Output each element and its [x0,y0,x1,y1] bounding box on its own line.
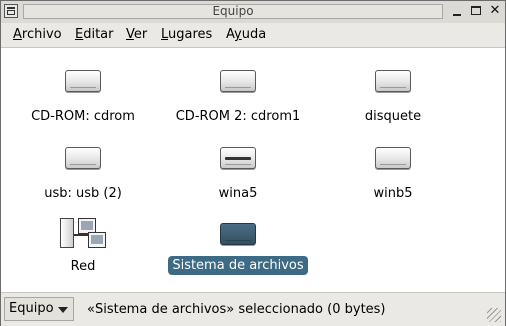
menu-editar[interactable]: Editar [75,27,114,42]
menu-lugares-label: ugares [168,27,213,42]
minimize-icon[interactable] [449,3,465,19]
status-message: «Sistema de archivos» seleccionado (0 by… [87,302,386,317]
icon-item-red[interactable]: Red [33,216,133,278]
maximize-icon[interactable] [468,3,484,19]
icon-item-wina5[interactable]: wina5 [188,143,288,203]
icon-item-cdrom[interactable]: CD-ROM: cdrom [23,66,143,126]
filesystem-drive-icon [220,223,256,245]
resize-grip-icon[interactable] [487,308,501,322]
icon-item-label: CD-ROM: cdrom [31,109,135,124]
menu-archivo-label: rchivo [21,27,62,42]
icon-item-sistema-de-archivos[interactable]: Sistema de archivos [163,220,313,280]
icon-item-label: usb: usb (2) [44,186,122,201]
title-bar[interactable]: Equipo ✕ [1,1,505,24]
menu-ver-mnemonic: V [126,27,134,42]
floppy-drive-icon [375,70,411,92]
menu-archivo-mnemonic: A [13,27,22,42]
menu-editar-mnemonic: E [75,27,84,42]
chevron-down-icon [58,307,68,313]
location-dropdown-label: Equipo [9,301,54,316]
icon-item-label: CD-ROM 2: cdrom1 [175,109,301,124]
menu-ver[interactable]: Ver [126,27,147,42]
hard-drive-icon [375,147,411,169]
selected-label-text: Sistema de archivos [168,256,308,275]
icon-item-label: winb5 [373,186,413,201]
close-icon[interactable]: ✕ [487,3,503,19]
menu-ayuda-label: uda [241,27,267,42]
cdrom-drive-icon [220,70,256,92]
icon-item-label-selected: Sistema de archivos [163,256,313,275]
hard-drive-icon [220,147,256,169]
file-manager-window: Equipo ✕ Archivo Editar Ver Lugares Ayud… [0,0,506,326]
menu-lugares[interactable]: Lugares [161,27,212,42]
icon-view[interactable]: CD-ROM: cdrom CD-ROM 2: cdrom1 disquete … [1,48,505,291]
menu-ver-label: er [133,27,148,42]
icon-item-label: Red [70,259,96,274]
icon-item-disquete[interactable]: disquete [343,66,443,126]
menu-editar-label: ditar [83,27,114,42]
menu-bar: Archivo Editar Ver Lugares Ayuda [1,23,505,48]
status-bar: Equipo «Sistema de archivos» seleccionad… [1,292,505,326]
icon-item-winb5[interactable]: winb5 [343,143,443,203]
icon-item-cdrom1[interactable]: CD-ROM 2: cdrom1 [163,66,313,126]
network-icon [58,216,108,252]
cdrom-drive-icon [65,70,101,92]
menu-ayuda[interactable]: Ayuda [226,27,266,42]
icon-item-usb[interactable]: usb: usb (2) [23,143,143,203]
menu-ayuda-mnemonic: y [234,27,242,42]
window-title: Equipo [23,4,443,19]
menu-ayuda-prefix: A [226,27,235,42]
menu-lugares-mnemonic: L [161,27,169,42]
location-dropdown[interactable]: Equipo [4,297,74,321]
icon-item-label: wina5 [218,186,258,201]
usb-drive-icon [65,147,101,169]
window-menu-icon[interactable] [4,4,18,18]
icon-item-label: disquete [364,109,422,124]
menu-archivo[interactable]: Archivo [13,27,62,42]
